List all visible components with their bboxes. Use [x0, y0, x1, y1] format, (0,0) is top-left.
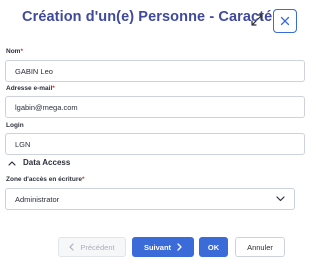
- login-label-text: Login: [6, 122, 24, 129]
- ok-button[interactable]: OK: [199, 237, 228, 257]
- next-button[interactable]: Suivant: [132, 237, 194, 257]
- nom-label: Nom*: [6, 48, 23, 55]
- previous-button[interactable]: Précédent: [58, 237, 126, 257]
- zone-label-text: Zone d'accès en écriture: [6, 176, 82, 183]
- nom-required-mark: *: [20, 48, 23, 55]
- login-label: Login: [6, 122, 24, 129]
- data-access-toggle[interactable]: Data Access: [8, 158, 70, 167]
- chevron-left-icon: [69, 243, 74, 251]
- cancel-label: Annuler: [247, 242, 273, 252]
- chevron-right-icon: [177, 243, 182, 251]
- zone-select-value: Administrator: [15, 194, 60, 204]
- close-button[interactable]: [273, 9, 297, 33]
- nom-input[interactable]: GABIN Leo: [5, 60, 305, 82]
- zone-required-mark: *: [81, 176, 85, 183]
- close-icon: [280, 16, 290, 26]
- nom-label-text: Nom: [6, 48, 21, 55]
- data-access-title: Data Access: [23, 158, 71, 167]
- expand-button[interactable]: [249, 12, 265, 28]
- login-input[interactable]: LGN: [5, 133, 305, 155]
- dialog-header: Création d'un(e) Personne - Caracté...: [0, 0, 300, 40]
- ok-label: OK: [207, 242, 220, 252]
- next-label: Suivant: [143, 242, 172, 252]
- email-label: Adresse e-mail*: [6, 85, 55, 92]
- chevron-up-icon: [8, 160, 16, 166]
- email-input[interactable]: lgabin@mega.com: [5, 96, 305, 118]
- email-label-text: Adresse e-mail: [6, 85, 53, 92]
- expand-arrows-icon: [251, 14, 263, 26]
- zone-label: Zone d'accès en écriture*: [6, 176, 85, 183]
- login-value: LGN: [15, 139, 31, 149]
- cancel-button[interactable]: Annuler: [235, 237, 285, 257]
- dialog-title: Création d'un(e) Personne - Caracté...: [22, 9, 285, 25]
- previous-label: Précédent: [80, 242, 115, 252]
- email-required-mark: *: [52, 85, 55, 92]
- email-value: lgabin@mega.com: [15, 102, 78, 112]
- nom-value: GABIN Leo: [15, 66, 53, 76]
- chevron-down-icon: [276, 196, 285, 202]
- zone-select[interactable]: Administrator: [5, 188, 295, 210]
